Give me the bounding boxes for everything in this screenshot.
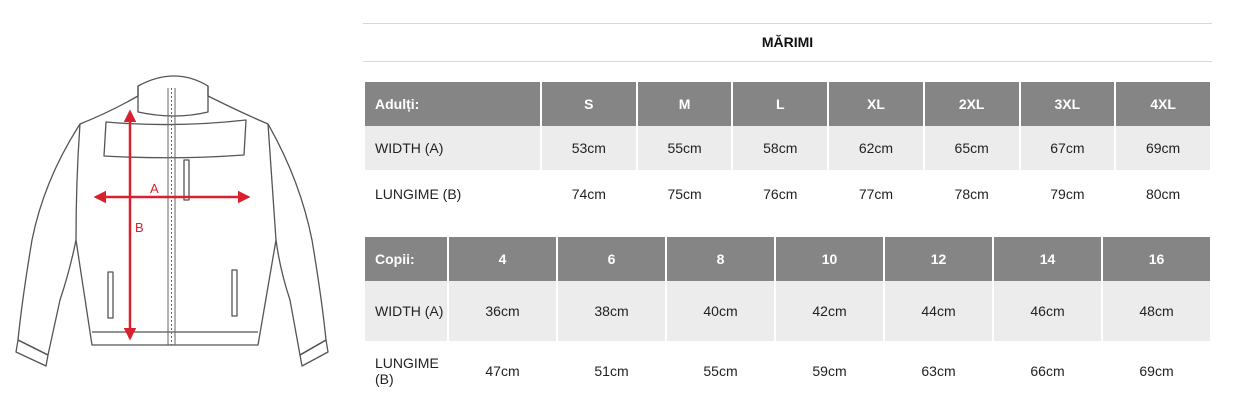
table-cell: 46cm: [994, 281, 1101, 341]
table-cell: 76cm: [763, 186, 798, 202]
table-cell: 69cm: [1139, 363, 1174, 379]
size-header: 2XL: [924, 82, 1019, 126]
row-label: WIDTH (A): [365, 126, 540, 170]
page-title: MĂRIMI: [761, 34, 814, 50]
adult-size-table: Adulți: S M L XL 2XL 3XL 4XL WIDTH (A) 5…: [363, 82, 1212, 218]
table-cell: 40cm: [667, 281, 774, 341]
size-header: 10: [776, 237, 883, 281]
table-cell: 44cm: [885, 281, 992, 341]
table-cell: 36cm: [449, 281, 556, 341]
table-cell: 69cm: [1116, 126, 1210, 170]
table-row: LUNGIME (B) 74cm 75cm 76cm 77cm 78cm 79c…: [365, 170, 1210, 218]
row-label: WIDTH (A): [365, 281, 447, 341]
table-cell: 42cm: [776, 281, 883, 341]
table-header-row: Adulți: S M L XL 2XL 3XL 4XL: [365, 82, 1210, 126]
size-header: 14: [994, 237, 1101, 281]
table-cell: 78cm: [954, 186, 989, 202]
label-a: A: [150, 181, 159, 196]
table-cell: 55cm: [637, 126, 732, 170]
kids-header-label: Copii:: [365, 237, 447, 281]
size-header: 4XL: [1116, 82, 1210, 126]
table-cell: 80cm: [1145, 186, 1181, 202]
table-row: WIDTH (A) 36cm 38cm 40cm 42cm 44cm 46cm …: [365, 281, 1210, 341]
size-header: S: [542, 82, 636, 126]
table-cell: 47cm: [485, 363, 520, 379]
table-cell: 55cm: [703, 363, 738, 379]
adult-header-label: Adulți:: [365, 82, 540, 126]
title-rule: [363, 61, 1212, 62]
size-header: L: [733, 82, 828, 126]
size-header: 8: [667, 237, 774, 281]
row-label: LUNGIME (B): [375, 186, 462, 202]
kids-size-table: Copii: 4 6 8 10 12 14 16 WIDTH (A) 36cm …: [363, 237, 1212, 401]
row-label: LUNGIME (B): [375, 355, 439, 387]
table-cell: 48cm: [1103, 281, 1210, 341]
table-cell: 51cm: [594, 363, 629, 379]
table-cell: 59cm: [812, 363, 847, 379]
table-cell: 63cm: [921, 363, 956, 379]
jacket-diagram: A B: [15, 75, 329, 367]
size-header: XL: [829, 82, 923, 126]
size-header: 6: [558, 237, 665, 281]
table-cell: 67cm: [1020, 126, 1115, 170]
table-header-row: Copii: 4 6 8 10 12 14 16: [365, 237, 1210, 281]
size-header: 3XL: [1020, 82, 1115, 126]
table-row: WIDTH (A) 53cm 55cm 58cm 62cm 65cm 67cm …: [365, 126, 1210, 170]
size-header: 16: [1103, 237, 1210, 281]
size-header: 4: [449, 237, 556, 281]
table-row: LUNGIME (B) 47cm 51cm 55cm 59cm 63cm 66c…: [365, 341, 1210, 401]
table-cell: 65cm: [924, 126, 1019, 170]
zipper: [167, 88, 176, 345]
table-cell: 66cm: [1030, 363, 1065, 379]
table-cell: 75cm: [667, 186, 702, 202]
size-header: 12: [885, 237, 992, 281]
table-cell: 79cm: [1050, 186, 1085, 202]
table-cell: 38cm: [558, 281, 665, 341]
table-cell: 74cm: [571, 186, 606, 202]
table-cell: 62cm: [829, 126, 923, 170]
table-cell: 58cm: [733, 126, 828, 170]
label-b: B: [135, 220, 144, 235]
size-header: M: [637, 82, 732, 126]
table-cell: 53cm: [542, 126, 636, 170]
table-cell: 77cm: [858, 186, 894, 202]
